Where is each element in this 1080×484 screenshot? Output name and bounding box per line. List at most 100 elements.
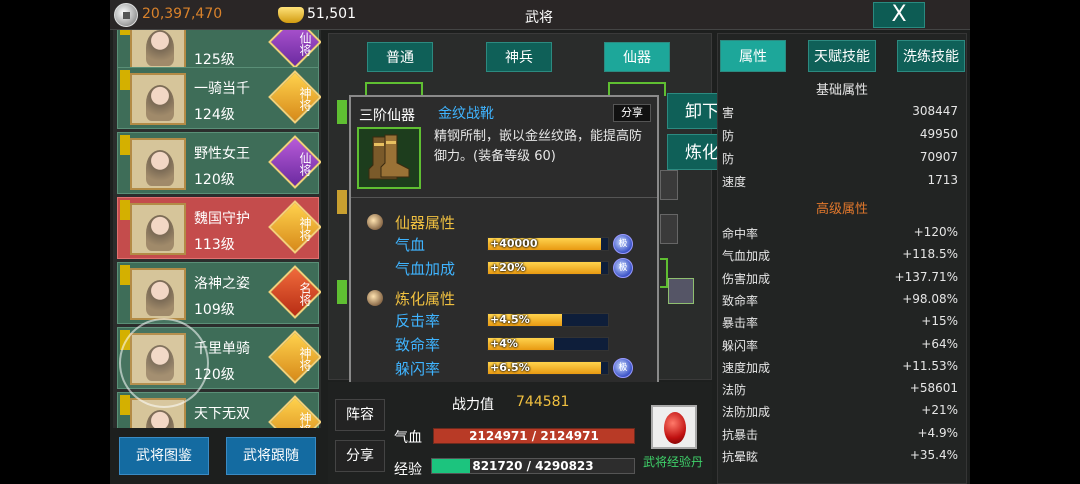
stat-label: 暴击率 bbox=[722, 316, 759, 331]
tab-refine-skills[interactable]: 洗练技能 bbox=[897, 40, 965, 72]
item-attr-bar: +4% bbox=[487, 337, 609, 351]
exp-pill-slot[interactable] bbox=[651, 405, 697, 449]
hero-rank-label: 名将 bbox=[298, 281, 312, 306]
stat-label: 抗暴击 bbox=[722, 427, 759, 442]
hero-tag-icon bbox=[120, 200, 130, 220]
advanced-attrs-title: 高级属性 bbox=[815, 202, 868, 217]
item-attr-value: +4.5% bbox=[490, 313, 530, 326]
hero-card[interactable]: 洛神之姿 109级 名将 bbox=[117, 262, 321, 324]
stat-value: +58601 bbox=[909, 381, 958, 396]
max-quality-gem-icon: 极 bbox=[613, 234, 633, 254]
stat-value: 70907 bbox=[919, 150, 958, 164]
item-attr-bar: +20% bbox=[487, 261, 609, 275]
stat-value: +4.9% bbox=[917, 425, 958, 440]
hero-rank-label: 神将 bbox=[298, 411, 312, 429]
hero-tag-icon bbox=[120, 70, 130, 90]
hero-rank-badge: 神将 bbox=[268, 70, 321, 124]
equip-slot[interactable] bbox=[660, 214, 678, 244]
tab-attributes[interactable]: 属性 bbox=[720, 40, 786, 72]
section-bullet-icon bbox=[367, 214, 383, 230]
hero-portrait bbox=[130, 73, 186, 125]
exp-pill-icon bbox=[664, 412, 686, 444]
section-title-attrs: 仙器属性 bbox=[395, 214, 456, 232]
equip-slot[interactable] bbox=[668, 278, 694, 304]
exp-pill-label: 武将经验丹 bbox=[643, 455, 704, 469]
stat-label: 躲闪率 bbox=[722, 338, 759, 353]
hero-name: 一骑当千 bbox=[194, 81, 250, 97]
item-attr-label: 致命率 bbox=[395, 336, 441, 354]
stat-label: 致命率 bbox=[722, 293, 759, 308]
boots-icon bbox=[368, 134, 410, 180]
tab-divine-weapon[interactable]: 神兵 bbox=[486, 42, 552, 72]
silver-coin-icon bbox=[114, 3, 138, 27]
tab-normal[interactable]: 普通 bbox=[367, 42, 433, 72]
equip-slot[interactable] bbox=[337, 100, 347, 124]
power-value: 744581 bbox=[516, 394, 570, 410]
hero-rank-badge: 仙将 bbox=[268, 30, 321, 69]
hero-rank-label: 神将 bbox=[298, 86, 312, 111]
item-attr-label: 躲闪率 bbox=[395, 360, 441, 378]
tab-talent-skills[interactable]: 天赋技能 bbox=[808, 40, 876, 72]
hp-bar: 2124971 / 2124971 bbox=[433, 428, 635, 444]
share-button[interactable]: 分享 bbox=[335, 440, 385, 472]
equip-slot[interactable] bbox=[365, 82, 423, 96]
share-item-button[interactable]: 分享 bbox=[613, 104, 651, 122]
item-tooltip: 三阶仙器 金纹战靴 分享 精钢所制，嵌以金丝纹路，能提高防御力。(装备等级 60… bbox=[349, 95, 659, 389]
tab-immortal-item[interactable]: 仙器 bbox=[604, 42, 670, 72]
stat-label: 伤害加成 bbox=[722, 271, 771, 286]
stat-value: +35.4% bbox=[909, 448, 958, 462]
hero-name: 野性女王 bbox=[194, 146, 250, 162]
hero-tag-icon bbox=[120, 265, 130, 285]
stat-label: 速度加成 bbox=[722, 360, 771, 375]
stat-value: 49950 bbox=[919, 127, 958, 141]
close-button[interactable]: X bbox=[873, 2, 925, 28]
stat-label: 防 bbox=[722, 152, 735, 166]
hero-tag-icon bbox=[120, 135, 130, 155]
equip-slot[interactable] bbox=[337, 190, 347, 214]
item-attr-value: +6.5% bbox=[490, 361, 530, 374]
section-bullet-icon bbox=[367, 290, 383, 306]
stat-value: +120% bbox=[913, 225, 958, 239]
hero-portrait bbox=[130, 203, 186, 255]
stat-label: 法防加成 bbox=[722, 405, 771, 420]
equip-slot[interactable] bbox=[337, 280, 347, 304]
stat-label: 气血加成 bbox=[722, 249, 771, 264]
section-title-refine: 炼化属性 bbox=[395, 290, 456, 308]
equip-slot[interactable] bbox=[660, 170, 678, 200]
stat-label: 速度 bbox=[722, 175, 747, 189]
equip-slot[interactable] bbox=[660, 258, 668, 288]
item-attr-label: 反击率 bbox=[395, 312, 441, 330]
exp-label: 经验 bbox=[394, 462, 422, 478]
item-attr-value: +4% bbox=[490, 337, 518, 350]
hero-follow-button[interactable]: 武将跟随 bbox=[226, 437, 316, 475]
page-title: 武将 bbox=[525, 10, 553, 26]
stat-value: +11.53% bbox=[902, 358, 958, 373]
hero-rank-label: 仙将 bbox=[298, 31, 312, 56]
hero-portrait bbox=[130, 30, 186, 70]
stat-value: +21% bbox=[921, 403, 958, 418]
hero-rank-badge: 神将 bbox=[268, 330, 321, 384]
silver-amount: 20,397,470 bbox=[142, 6, 223, 22]
hero-card[interactable]: 魏国守护 113级 神将 bbox=[117, 197, 321, 259]
equip-slot[interactable] bbox=[608, 82, 666, 96]
stat-value: +118.5% bbox=[902, 247, 958, 262]
hero-name: 天下无双 bbox=[194, 406, 250, 422]
hero-card[interactable]: 野性女王 120级 仙将 bbox=[117, 132, 321, 194]
base-attrs-title: 基础属性 bbox=[815, 83, 868, 98]
item-attr-value: +40000 bbox=[490, 237, 538, 250]
hero-rank-badge: 仙将 bbox=[268, 135, 321, 189]
item-tier: 三阶仙器 bbox=[359, 108, 415, 124]
stat-value: 1713 bbox=[927, 173, 958, 187]
hero-codex-button[interactable]: 武将图鉴 bbox=[119, 437, 209, 475]
lineup-button[interactable]: 阵容 bbox=[335, 399, 385, 431]
stat-value: +64% bbox=[921, 336, 958, 351]
max-quality-gem-icon: 极 bbox=[613, 358, 633, 378]
stat-value: +137.71% bbox=[894, 269, 958, 284]
hero-card[interactable]: 一骑当千 124级 神将 bbox=[117, 67, 321, 129]
hero-rank-badge: 神将 bbox=[268, 395, 321, 428]
gold-amount: 51,501 bbox=[307, 6, 356, 22]
stat-label: 防 bbox=[722, 129, 735, 143]
hero-rank-badge: 名将 bbox=[268, 265, 321, 319]
stat-label: 法防 bbox=[722, 383, 747, 398]
hero-level: 113级 bbox=[194, 237, 235, 253]
